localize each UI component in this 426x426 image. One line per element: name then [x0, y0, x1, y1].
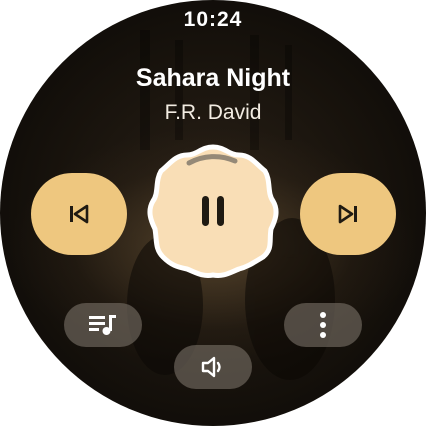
skip-next-icon: [338, 204, 357, 224]
skip-previous-icon: [70, 204, 89, 224]
more-vert-icon: [320, 312, 326, 338]
status-time: 10:24: [183, 8, 243, 31]
pause-icon: [202, 196, 224, 226]
volume-icon: [201, 356, 221, 378]
queue-button[interactable]: [64, 303, 142, 347]
queue-music-icon: [89, 315, 116, 335]
song-title: Sahara Night: [135, 64, 291, 92]
play-pause-button[interactable]: [143, 141, 283, 281]
more-options-button[interactable]: [284, 303, 362, 347]
next-track-button[interactable]: [300, 173, 396, 255]
volume-button[interactable]: [174, 345, 252, 389]
previous-track-button[interactable]: [31, 173, 127, 255]
watch-face: 10:24 Sahara Night F.R. David: [0, 0, 426, 426]
artist-name: F.R. David: [164, 101, 262, 124]
